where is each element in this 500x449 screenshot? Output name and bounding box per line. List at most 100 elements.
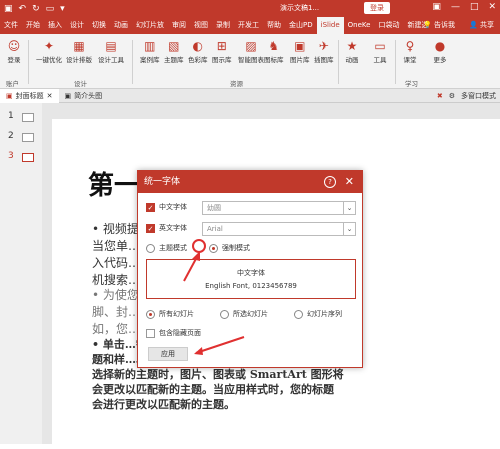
save-icon[interactable]: ▣ <box>4 4 13 14</box>
slide-thumbnail[interactable] <box>22 113 34 122</box>
ribbon-options-icon[interactable]: ▣ <box>432 2 441 12</box>
minimize-icon[interactable]: — <box>451 2 460 12</box>
ribbon-button-0[interactable]: ☺ 登录 <box>6 38 22 64</box>
selected-slides-label: 所选幻灯片 <box>233 310 268 318</box>
ribbon-button-11[interactable]: ✈ 插图库 <box>314 38 334 64</box>
doc-tab-intro[interactable]: ▣ 简介头图 <box>59 89 109 103</box>
tab-8[interactable]: 视图 <box>190 17 212 34</box>
tab-0[interactable]: 文件 <box>0 17 22 34</box>
ribbon-button-9[interactable]: ♞ 图标库 <box>264 38 284 64</box>
slide-thumbnail[interactable] <box>22 133 34 142</box>
undo-icon[interactable]: ↶ <box>19 4 27 14</box>
cn-font-checkbox[interactable]: ✓ <box>146 202 155 212</box>
cn-font-select[interactable]: 幼圆 ⌄ <box>202 201 356 215</box>
en-font-select[interactable]: Arial ⌄ <box>202 222 356 236</box>
ribbon-button-3[interactable]: ▤ 设计工具 <box>98 38 124 64</box>
red-arrow-annotation <box>194 336 245 355</box>
tab-14[interactable]: OneKe <box>344 17 375 34</box>
ribbon-button-8[interactable]: ▨ 智能图表 <box>238 38 264 64</box>
tell-me[interactable]: 💡 告诉我 <box>423 17 455 34</box>
tab-7[interactable]: 审阅 <box>168 17 190 34</box>
tab-13[interactable]: iSlide <box>316 17 344 34</box>
settings-icon[interactable]: ⚙ <box>449 89 455 103</box>
page-icon: ▣ <box>6 91 13 100</box>
ribbon-button-7[interactable]: ⊞ 图示库 <box>212 38 232 64</box>
tab-10[interactable]: 开发工 <box>234 17 263 34</box>
help-icon[interactable]: ? <box>324 176 336 188</box>
ribbon-button-4[interactable]: ▥ 案例库 <box>140 38 160 64</box>
cn-font-value: 幼圆 <box>207 204 221 212</box>
ribbon: 账户 设计 资源 学习 ☺ 登录 ✦ 一键优化 ▦ 设计排版 ▤ 设计工具 ▥ 案例库 ▧ 主题库 ◐ 色… <box>0 34 500 89</box>
close-icon[interactable]: ✕ <box>47 89 53 103</box>
tab-3[interactable]: 设计 <box>66 17 88 34</box>
doc-tab-label: 封面标题 <box>15 91 44 100</box>
force-mode-radio[interactable] <box>209 243 218 253</box>
document-tabstrip: ▣ 封面标题 ✕ ▣ 简介头图 ✖ ⚙ 多窗口模式 <box>0 88 500 103</box>
ribbon-button-label: 案例库 <box>140 56 160 64</box>
tab-6[interactable]: 幻灯片放 <box>132 17 168 34</box>
ribbon-button-6[interactable]: ◐ 色彩库 <box>188 38 208 64</box>
tab-1[interactable]: 开始 <box>22 17 44 34</box>
tab-5[interactable]: 动画 <box>110 17 132 34</box>
slide-sequence-label: 幻灯片序列 <box>307 310 342 318</box>
en-font-checkbox[interactable]: ✓ <box>146 223 155 233</box>
customize-icon[interactable]: ▾ <box>60 4 65 14</box>
tell-me-label: 告诉我 <box>434 21 456 29</box>
include-hidden-checkbox[interactable] <box>146 328 155 338</box>
maximize-icon[interactable]: □ <box>470 2 479 12</box>
apply-button[interactable]: 应用 <box>148 347 188 361</box>
dialog-title: 统一字体 <box>144 177 181 187</box>
close-icon[interactable]: ✕ <box>345 171 354 193</box>
pin-icon[interactable]: ✖ <box>437 89 443 103</box>
theme-icon: ▧ <box>168 39 180 53</box>
tab-2[interactable]: 插入 <box>44 17 66 34</box>
window-controls: ▣ — □ ✕ <box>432 2 496 12</box>
redo-icon[interactable]: ↻ <box>32 4 40 14</box>
ribbon-button-label: 设计工具 <box>98 56 124 64</box>
class-icon: ♀ <box>405 39 415 53</box>
tools-icon: ▤ <box>105 39 117 53</box>
optimize-icon: ✦ <box>43 39 55 53</box>
dialog-header: 统一字体 ? ✕ <box>138 171 362 193</box>
page-icon: ▣ <box>64 91 72 100</box>
ribbon-button-13[interactable]: ▭ 工具 <box>372 38 388 64</box>
tab-9[interactable]: 录制 <box>212 17 234 34</box>
ribbon-button-14[interactable]: ♀ 课堂 <box>402 38 418 64</box>
window-mode[interactable]: ✖ ⚙ 多窗口模式 <box>437 89 496 103</box>
image-icon: ▣ <box>294 39 306 53</box>
ribbon-button-1[interactable]: ✦ 一键优化 <box>36 38 62 64</box>
title-bar: ▣ ↶ ↻ ▭ ▾ 演示文稿1... 登录 ▣ — □ ✕ <box>0 0 500 17</box>
ribbon-button-12[interactable]: ★ 动画 <box>344 38 360 64</box>
ribbon-button-15[interactable]: ● 更多 <box>432 38 448 64</box>
theme-mode-radio[interactable] <box>146 243 155 253</box>
ribbon-button-5[interactable]: ▧ 主题库 <box>164 38 184 64</box>
tab-12[interactable]: 金山PD <box>285 17 317 34</box>
present-icon[interactable]: ▭ <box>46 4 55 14</box>
ribbon-button-2[interactable]: ▦ 设计排版 <box>66 38 92 64</box>
slide-sequence-radio[interactable] <box>294 309 303 319</box>
slide-thumbnail-selected[interactable] <box>22 153 34 162</box>
slide-number: 2 <box>8 131 14 141</box>
case-icon: ▥ <box>144 39 156 53</box>
ribbon-divider <box>338 40 339 84</box>
more-icon: ● <box>434 39 446 53</box>
close-icon[interactable]: ✕ <box>488 2 496 12</box>
layout-icon: ▦ <box>73 39 85 53</box>
selected-slides-radio[interactable] <box>220 309 229 319</box>
en-font-value: Arial <box>207 225 223 233</box>
share-button[interactable]: 👤 共享 <box>469 17 494 34</box>
ribbon-divider <box>395 40 396 84</box>
diagram-icon: ⊞ <box>216 39 227 53</box>
chevron-down-icon: ⌄ <box>343 223 355 235</box>
tab-15[interactable]: 口袋动 <box>374 17 403 34</box>
icon-lib-icon: ♞ <box>268 39 280 53</box>
window-mode-label: 多窗口模式 <box>461 92 496 100</box>
tab-11[interactable]: 帮助 <box>263 17 285 34</box>
tab-4[interactable]: 切换 <box>88 17 110 34</box>
ribbon-button-10[interactable]: ▣ 图片库 <box>290 38 310 64</box>
doc-tab-cover[interactable]: ▣ 封面标题 ✕ <box>0 88 59 103</box>
slide-number: 3 <box>8 151 14 161</box>
login-button[interactable]: 登录 <box>364 2 390 14</box>
tab-right-area: 💡 告诉我 👤 共享 <box>423 17 494 34</box>
all-slides-radio[interactable] <box>146 309 155 319</box>
